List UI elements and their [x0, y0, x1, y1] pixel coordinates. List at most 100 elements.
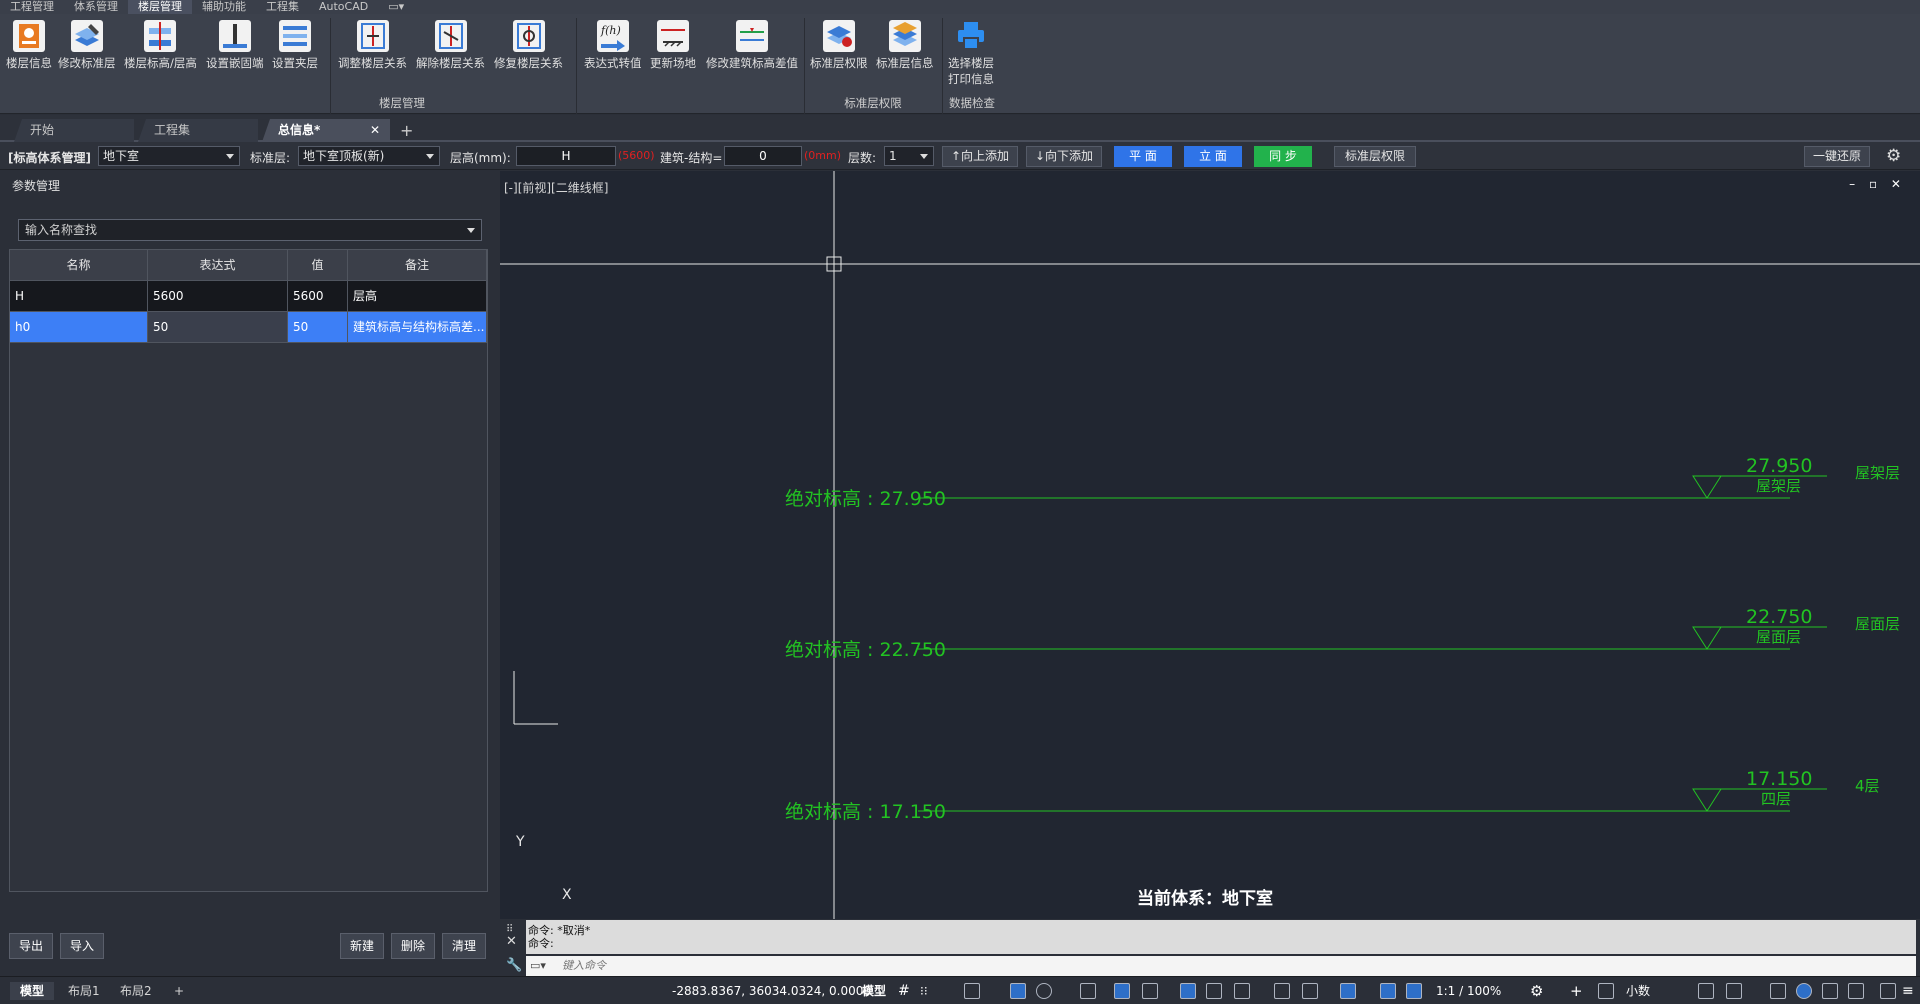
tab-project-set[interactable]: 工程集 [138, 119, 258, 142]
gear-icon[interactable]: ⚙ [1886, 146, 1901, 166]
ribbon-standard-permission[interactable]: 标准层权限 [810, 20, 868, 71]
annotation-scale-readout[interactable]: 1:1 / 100% [1436, 982, 1501, 1000]
plan-view-button[interactable]: 平 面 [1114, 146, 1172, 167]
model-space-toggle[interactable]: 模型 [862, 982, 886, 1000]
table-row-selected[interactable]: h0 50 50 建筑标高与结构标高差... [10, 312, 487, 343]
menu-tab-system[interactable]: 体系管理 [64, 0, 128, 14]
add-layout-icon[interactable]: + [164, 982, 194, 1000]
sync-button[interactable]: 同 步 [1254, 146, 1312, 167]
ribbon-mezzanine[interactable]: 设置夹层 [272, 20, 318, 71]
fullscreen-icon[interactable] [1880, 983, 1896, 999]
ribbon-standard-info[interactable]: 标准层信息 [876, 20, 934, 71]
layout-tab-1[interactable]: 布局1 [58, 982, 110, 1000]
delete-button[interactable]: 删除 [391, 933, 435, 959]
drawing-viewport[interactable]: [-][前视][二维线框] – ▫ ✕ 绝对标高 : 27.950 27.950… [500, 171, 1920, 919]
col-remark[interactable]: 备注 [348, 250, 487, 281]
lock-ui-icon[interactable] [1726, 983, 1742, 999]
annotation-visibility-icon[interactable] [1340, 983, 1356, 999]
count-select[interactable]: 1 [884, 146, 934, 166]
clean-screen-icon[interactable] [1822, 983, 1838, 999]
cell-expression[interactable]: 5600 [148, 281, 288, 312]
count-label: 层数: [848, 151, 877, 165]
export-button[interactable]: 导出 [9, 933, 53, 959]
transparency-icon[interactable] [1206, 983, 1222, 999]
dynamic-ucs-icon[interactable] [1302, 983, 1318, 999]
tab-general-info[interactable]: 总信息* ✕ [262, 119, 390, 142]
plus-icon[interactable]: + [1570, 982, 1583, 1000]
menu-tab-floor[interactable]: 楼层管理 [128, 0, 192, 14]
ribbon-print-floor[interactable]: 选择楼层 打印信息 [948, 20, 994, 87]
layout-tab-model[interactable]: 模型 [10, 982, 55, 1000]
restore-button[interactable]: 一键还原 [1804, 146, 1870, 167]
command-input[interactable]: ▭▾ 键入命令 [526, 956, 1916, 976]
polar-icon[interactable] [1036, 983, 1052, 999]
std-permission-button[interactable]: 标准层权限 [1334, 146, 1416, 167]
col-expression[interactable]: 表达式 [148, 250, 288, 281]
cell-name[interactable]: H [10, 281, 148, 312]
std-floor-select[interactable]: 地下室顶板(新) [298, 146, 440, 166]
command-prompt-icon[interactable]: ▭▾ [530, 956, 546, 976]
ribbon-update-site[interactable]: 更新场地 [650, 20, 696, 71]
3d-osnap-icon[interactable] [1274, 983, 1290, 999]
units-select[interactable]: 小数 [1626, 982, 1650, 1000]
snap-icon[interactable]: ⁝⁝ [920, 982, 928, 1000]
height-input[interactable]: H [516, 146, 616, 166]
ribbon-repair-relation[interactable]: 修复楼层关系 [494, 20, 563, 71]
ribbon-release-relation[interactable]: 解除楼层关系 [416, 20, 485, 71]
add-tab-icon[interactable]: + [400, 119, 413, 142]
otrack-icon[interactable] [1114, 983, 1130, 999]
system-select[interactable]: 地下室 [98, 146, 240, 166]
cell-name[interactable]: h0 [10, 312, 148, 343]
ribbon-embed-end[interactable]: 设置嵌固端 [206, 20, 264, 71]
menu-tab-project[interactable]: 工程管理 [0, 0, 64, 14]
col-value[interactable]: 值 [288, 250, 348, 281]
hardware-acceleration-icon[interactable] [1796, 983, 1812, 999]
menu-tab-aux[interactable]: 辅助功能 [192, 0, 256, 14]
menu-icon[interactable]: ≡ [1902, 982, 1914, 1000]
grid-icon[interactable]: # [898, 982, 910, 1000]
cell-value: 50 [288, 312, 348, 343]
diff-input[interactable]: 0 [724, 146, 802, 166]
ribbon-floor-elevation[interactable]: 楼层标高/层高 [124, 20, 197, 71]
ribbon-edit-standard[interactable]: 修改标准层 [58, 20, 116, 71]
osnap-icon[interactable] [1080, 983, 1096, 999]
annotation-scale-icon[interactable] [1406, 983, 1422, 999]
layout-tab-2[interactable]: 布局2 [110, 982, 162, 1000]
quick-properties-icon[interactable] [1698, 983, 1714, 999]
ribbon-floor-info[interactable]: 楼层信息 [6, 20, 52, 71]
param-search-input[interactable]: 输入名称查找 [18, 219, 482, 241]
infer-icon[interactable] [964, 983, 980, 999]
import-button[interactable]: 导入 [60, 933, 104, 959]
elevation-diff-icon [736, 20, 768, 52]
workspace-gear-icon[interactable]: ⚙ [1530, 982, 1543, 1000]
menu-overflow-icon[interactable]: ▭▾ [378, 0, 414, 14]
menu-tab-autocad[interactable]: AutoCAD [309, 0, 378, 14]
cell-remark[interactable]: 层高 [348, 281, 487, 312]
cell-remark[interactable]: 建筑标高与结构标高差... [348, 312, 487, 343]
ribbon-adjust-relation[interactable]: 调整楼层关系 [338, 20, 407, 71]
ribbon-formula[interactable]: f(h) 表达式转值 [584, 20, 642, 71]
close-icon[interactable]: ✕ [506, 934, 517, 949]
add-up-button[interactable]: ↑向上添加 [942, 146, 1018, 167]
cell-expression[interactable]: 50 [148, 312, 288, 343]
clear-button[interactable]: 清理 [442, 933, 486, 959]
selection-cycling-icon[interactable] [1234, 983, 1250, 999]
isolate-objects-icon[interactable] [1770, 983, 1786, 999]
tab-start[interactable]: 开始 [14, 119, 134, 142]
close-icon[interactable]: ✕ [370, 119, 380, 142]
ortho-icon[interactable] [1010, 983, 1026, 999]
coordinate-readout: -2883.8367, 36034.0324, 0.0000 [672, 984, 871, 998]
col-name[interactable]: 名称 [10, 250, 148, 281]
isodraft-icon[interactable] [1142, 983, 1158, 999]
table-row[interactable]: H 5600 5600 层高 [10, 281, 487, 312]
customization-icon[interactable] [1848, 983, 1864, 999]
ribbon-elevation-diff[interactable]: 修改建筑标高差值 [706, 20, 798, 71]
menu-tab-project-set[interactable]: 工程集 [256, 0, 309, 14]
lineweight-icon[interactable] [1180, 983, 1196, 999]
wrench-icon[interactable]: 🔧 [506, 958, 522, 973]
elevation-view-button[interactable]: 立 面 [1184, 146, 1242, 167]
add-down-button[interactable]: ↓向下添加 [1026, 146, 1102, 167]
auto-scale-icon[interactable] [1380, 983, 1396, 999]
new-button[interactable]: 新建 [340, 933, 384, 959]
units-icon[interactable] [1598, 983, 1614, 999]
